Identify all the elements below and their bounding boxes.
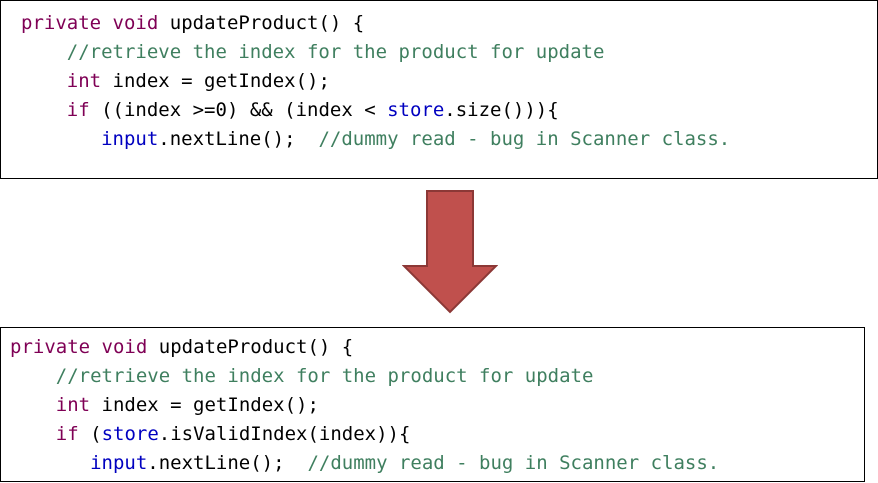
- method-call-text: .nextLine();: [147, 452, 308, 474]
- method-name: updateProduct() {: [158, 336, 354, 358]
- code-line-condition: if ((index >=0) && (index < store.size()…: [21, 96, 877, 125]
- comment-text: //retrieve the index for the product for…: [55, 365, 594, 387]
- comment-text: //retrieve the index for the product for…: [66, 41, 605, 63]
- code-line-dummy-read: input.nextLine(); //dummy read - bug in …: [21, 125, 877, 154]
- condition-text-start: (: [90, 423, 102, 445]
- arrow-down-shape: [402, 190, 498, 314]
- code-line-declaration: int index = getIndex();: [10, 391, 864, 420]
- keyword-if: if: [55, 423, 79, 445]
- code-line-declaration: int index = getIndex();: [21, 67, 877, 96]
- field-input: input: [101, 128, 159, 150]
- code-line-dummy-read: input.nextLine(); //dummy read - bug in …: [10, 449, 864, 478]
- code-line-comment: //retrieve the index for the product for…: [21, 38, 877, 67]
- code-snippet-before: private void updateProduct() { //retriev…: [0, 0, 878, 179]
- comment-text: //dummy read - bug in Scanner class.: [318, 128, 731, 150]
- keyword-int: int: [55, 394, 91, 416]
- comment-text: //dummy read - bug in Scanner class.: [307, 452, 720, 474]
- field-store: store: [101, 423, 159, 445]
- field-store: store: [387, 99, 445, 121]
- code-line-condition: if (store.isValidIndex(index)){: [10, 420, 864, 449]
- condition-text-start: ((index >=0) && (index <: [101, 99, 388, 121]
- method-call-text: .nextLine();: [158, 128, 319, 150]
- keyword-void: void: [101, 336, 148, 358]
- condition-text-end: .size())){: [444, 99, 559, 121]
- arrow-down-icon: [402, 190, 498, 314]
- keyword-int: int: [66, 70, 102, 92]
- code-snippet-after: private void updateProduct() { //retriev…: [0, 327, 865, 482]
- code-line-method-signature: private void updateProduct() {: [10, 333, 864, 362]
- keyword-private: private: [10, 336, 91, 358]
- condition-text-end: .isValidIndex(index)){: [158, 423, 411, 445]
- keyword-private: private: [21, 12, 102, 34]
- code-line-method-signature: private void updateProduct() {: [21, 9, 877, 38]
- declaration-text: index = getIndex();: [112, 70, 330, 92]
- keyword-if: if: [66, 99, 90, 121]
- declaration-text: index = getIndex();: [101, 394, 319, 416]
- field-input: input: [90, 452, 148, 474]
- keyword-void: void: [112, 12, 159, 34]
- code-line-comment: //retrieve the index for the product for…: [10, 362, 864, 391]
- method-name: updateProduct() {: [169, 12, 365, 34]
